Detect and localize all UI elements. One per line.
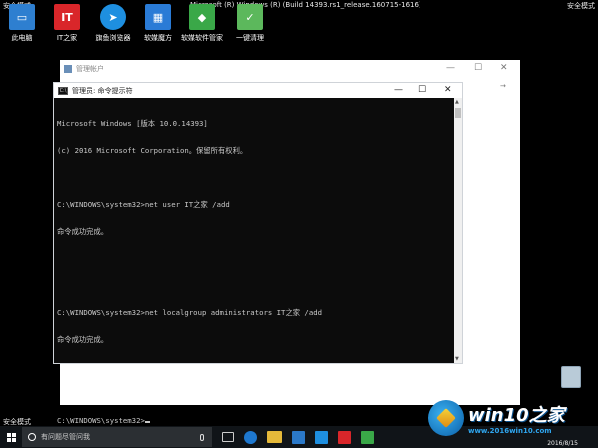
command-prompt-window[interactable]: C:\ 管理员: 命令提示符 — ☐ ✕ Microsoft Windows [… [53, 82, 463, 425]
console-line: 命令成功完成。 [57, 335, 109, 344]
computer-icon: ▭ [9, 4, 35, 30]
console-output[interactable]: Microsoft Windows [版本 10.0.14393] (c) 20… [54, 98, 454, 425]
console-icon: C:\ [58, 86, 68, 95]
desktop-icon-this-pc[interactable]: ▭ 此电脑 [1, 4, 43, 43]
ithome-icon: IT [54, 4, 80, 30]
command-prompt-title: 管理员: 命令提示符 [72, 86, 133, 95]
desktop-icon-cube[interactable]: ▦ 软媒魔方 [137, 4, 179, 43]
windows-logo-icon [6, 432, 16, 442]
console-line: 命令成功完成。 [57, 227, 109, 236]
text-cursor [144, 421, 150, 423]
console-prompt-line[interactable]: C:\WINDOWS\system32> [57, 416, 451, 425]
microphone-icon[interactable] [200, 433, 204, 441]
store-icon[interactable] [292, 430, 305, 444]
os-build-label: Microsoft (R) Windows (R) (Build 14393.r… [190, 1, 420, 9]
task-view-icon[interactable] [222, 432, 234, 442]
software-manager-taskbar-icon[interactable] [361, 430, 374, 444]
desktop-icon-label: 软媒魔方 [144, 34, 172, 42]
recycle-bin-icon[interactable] [561, 366, 581, 388]
console-prompt: C:\WINDOWS\system32> [57, 416, 145, 425]
safe-mode-label-top-right: 安全模式 [567, 2, 595, 10]
close-button[interactable]: ✕ [444, 85, 452, 95]
desktop-icon-label: 一键清理 [236, 34, 264, 42]
win10-logo-icon [428, 400, 464, 436]
cleaner-icon: ✓ [237, 4, 263, 30]
cortana-icon [28, 433, 36, 441]
file-explorer-icon[interactable] [267, 431, 282, 443]
console-line: Microsoft Windows [版本 10.0.14393] [57, 119, 208, 128]
search-box[interactable]: 有问题尽管问我 [22, 427, 212, 447]
browser-icon: ➤ [100, 4, 126, 30]
desktop-icon-label: 旗鱼浏览器 [95, 34, 131, 42]
accounts-icon [64, 65, 72, 73]
maximize-button[interactable]: ☐ [474, 63, 482, 73]
maximize-button[interactable]: ☐ [418, 85, 426, 95]
desktop-icon-ithome[interactable]: IT IT之家 [46, 4, 88, 43]
console-line: C:\WINDOWS\system32>net localgroup admin… [57, 308, 323, 317]
scroll-thumb[interactable] [455, 108, 461, 118]
desktop-icon-label: 此电脑 [11, 34, 33, 42]
command-prompt-titlebar[interactable]: C:\ 管理员: 命令提示符 — ☐ ✕ [54, 83, 462, 98]
desktop-icon-label: IT之家 [56, 34, 78, 42]
ithome-taskbar-icon[interactable] [338, 430, 351, 444]
cube-icon: ▦ [145, 4, 171, 30]
search-placeholder: 有问题尽管问我 [41, 433, 90, 441]
manage-accounts-title: 管理帐户 [76, 65, 104, 73]
desktop-icon-label: 软媒软件管家 [181, 34, 223, 42]
console-line: (c) 2016 Microsoft Corporation。保留所有权利。 [57, 146, 248, 155]
scroll-down-icon[interactable]: ▼ [455, 356, 459, 362]
console-line: C:\WINDOWS\system32>net user IT之家 /add [57, 200, 230, 209]
desktop-icon-software-manager[interactable]: ◆ 软媒软件管家 [181, 4, 223, 43]
watermark-title: win10之家 [468, 405, 565, 426]
back-arrow-icon[interactable]: → [500, 82, 506, 90]
minimize-button[interactable]: — [394, 85, 403, 95]
minimize-button[interactable]: — [446, 63, 455, 73]
close-button[interactable]: ✕ [500, 63, 508, 73]
start-button[interactable] [0, 426, 22, 448]
scroll-up-icon[interactable]: ▲ [455, 99, 459, 105]
browser-taskbar-icon[interactable] [315, 430, 328, 444]
software-manager-icon: ◆ [189, 4, 215, 30]
desktop-icon-browser[interactable]: ➤ 旗鱼浏览器 [92, 4, 134, 43]
edge-icon[interactable] [244, 430, 257, 444]
vertical-scrollbar[interactable]: ▲ ▼ [454, 98, 462, 363]
watermark-url: www.2016win10.com [468, 427, 552, 435]
site-watermark: win10之家 www.2016win10.com [428, 398, 598, 438]
desktop-icon-cleaner[interactable]: ✓ 一键清理 [229, 4, 271, 43]
taskbar-clock[interactable]: 2016/8/15 [547, 440, 578, 447]
